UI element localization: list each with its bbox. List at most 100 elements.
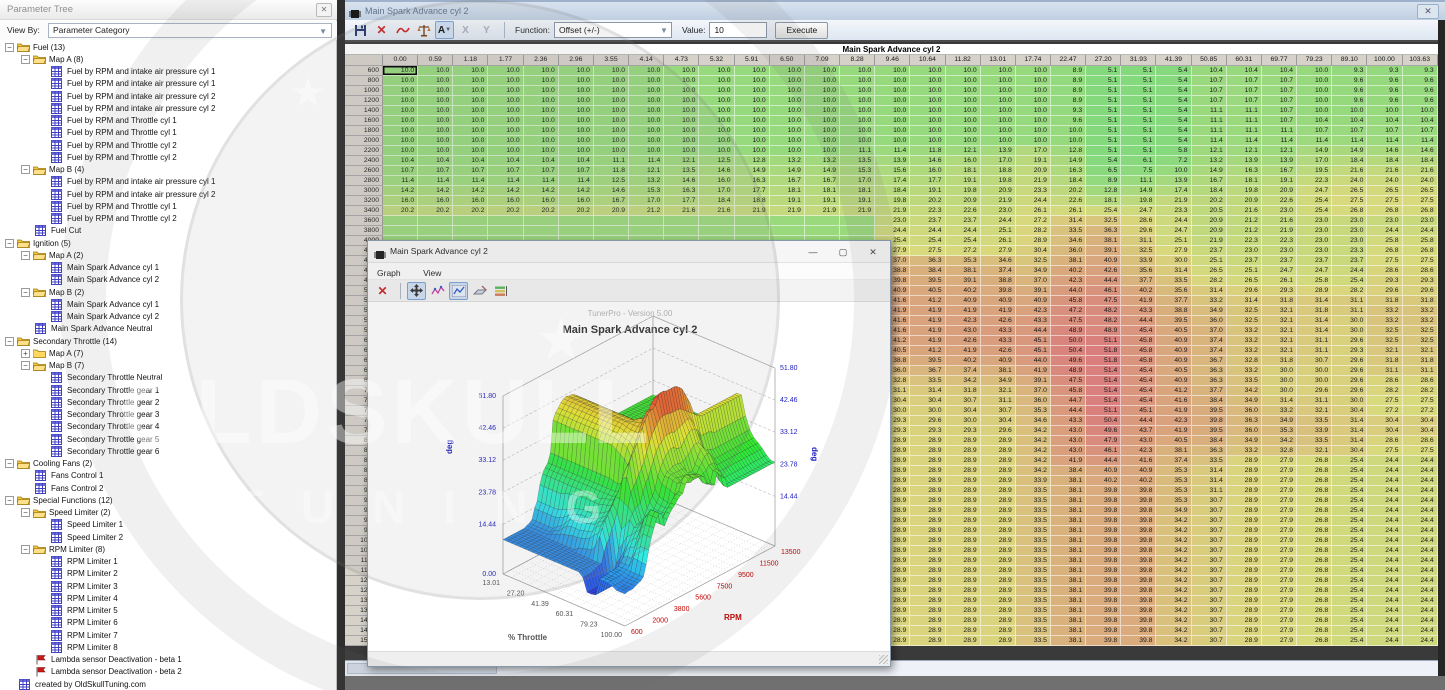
table-cell[interactable]: 24.4 xyxy=(1367,456,1402,466)
table-cell[interactable]: 23.7 xyxy=(1332,256,1367,266)
table-cell[interactable]: 41.9 xyxy=(981,306,1016,316)
table-cell[interactable]: 29.6 xyxy=(910,416,945,426)
table-cell[interactable]: 17.7 xyxy=(664,196,699,206)
table-cell[interactable]: 10.0 xyxy=(488,106,523,116)
table-cell[interactable]: 39.8 xyxy=(1192,416,1227,426)
table-cell[interactable]: 28.9 xyxy=(1227,616,1262,626)
col-header[interactable]: 89.10 xyxy=(1332,55,1367,66)
table-cell[interactable]: 10.0 xyxy=(1016,126,1051,136)
table-cell[interactable]: 23.0 xyxy=(1332,236,1367,246)
tree-item-map-b-7[interactable]: −Map B (7) xyxy=(0,360,337,372)
table-cell[interactable] xyxy=(805,216,840,226)
table-cell[interactable]: 10.7 xyxy=(418,166,453,176)
table-cell[interactable]: 26.8 xyxy=(1297,486,1332,496)
table-cell[interactable]: 51.4 xyxy=(1086,366,1121,376)
table-cell[interactable]: 27.9 xyxy=(1262,626,1297,636)
table-cell[interactable]: 10.0 xyxy=(488,76,523,86)
table-cell[interactable]: 32.1 xyxy=(1262,306,1297,316)
table-cell[interactable]: 17.0 xyxy=(840,176,875,186)
table-cell[interactable]: 18.4 xyxy=(1192,186,1227,196)
table-cell[interactable]: 9.6 xyxy=(1367,96,1402,106)
table-cell[interactable]: 21.6 xyxy=(1403,166,1438,176)
table-cell[interactable]: 21.6 xyxy=(1367,166,1402,176)
col-header[interactable]: 100.00 xyxy=(1367,55,1402,66)
col-header[interactable]: 8.28 xyxy=(840,55,875,66)
col-header[interactable]: 5.91 xyxy=(735,55,770,66)
table-cell[interactable]: 24.0 xyxy=(1332,176,1367,186)
table-cell[interactable]: 10.0 xyxy=(488,116,523,126)
table-cell[interactable]: 28.9 xyxy=(946,546,981,556)
table-cell[interactable]: 28.9 xyxy=(1227,506,1262,516)
table-cell[interactable]: 24.4 xyxy=(1403,476,1438,486)
table-cell[interactable]: 39.5 xyxy=(910,356,945,366)
table-cell[interactable]: 26.8 xyxy=(1297,516,1332,526)
table-cell[interactable]: 42.3 xyxy=(1156,416,1191,426)
table-cell[interactable]: 12.8 xyxy=(735,156,770,166)
table-cell[interactable]: 48.9 xyxy=(1051,366,1086,376)
table-cell[interactable]: 26.8 xyxy=(1297,616,1332,626)
table-cell[interactable]: 10.0 xyxy=(524,136,559,146)
col-header[interactable]: 5.32 xyxy=(699,55,734,66)
table-cell[interactable]: 27.5 xyxy=(910,246,945,256)
table-cell[interactable]: 18.4 xyxy=(699,196,734,206)
table-cell[interactable]: 10.0 xyxy=(418,66,453,76)
table-cell[interactable]: 40.9 xyxy=(1156,356,1191,366)
table-cell[interactable]: 8.9 xyxy=(1051,66,1086,76)
table-cell[interactable]: 28.6 xyxy=(1367,436,1402,446)
table-cell[interactable]: 25.1 xyxy=(1192,256,1227,266)
table-cell[interactable] xyxy=(735,226,770,236)
table-cell[interactable]: 16.3 xyxy=(1051,166,1086,176)
table-cell[interactable]: 43.3 xyxy=(1121,306,1156,316)
table-cell[interactable]: 11.4 xyxy=(1262,136,1297,146)
table-cell[interactable]: 10.0 xyxy=(418,126,453,136)
table-cell[interactable]: 35.3 xyxy=(1156,476,1191,486)
table-cell[interactable]: 27.9 xyxy=(1262,506,1297,516)
table-cell[interactable]: 10.0 xyxy=(699,116,734,126)
table-cell[interactable]: 46.1 xyxy=(1086,286,1121,296)
table-cell[interactable]: 10.0 xyxy=(488,146,523,156)
row-header[interactable]: 2600 xyxy=(345,166,383,176)
table-cell[interactable]: 5.4 xyxy=(1156,76,1191,86)
table-cell[interactable]: 24.4 xyxy=(1403,546,1438,556)
table-cell[interactable]: 25.4 xyxy=(1086,206,1121,216)
table-cell[interactable]: 10.0 xyxy=(453,96,488,106)
table-cell[interactable]: 28.9 xyxy=(910,536,945,546)
col-header[interactable]: 9.46 xyxy=(875,55,910,66)
table-cell[interactable]: 28.9 xyxy=(946,476,981,486)
table-cell[interactable]: 10.0 xyxy=(770,116,805,126)
table-cell[interactable]: 16.0 xyxy=(946,156,981,166)
table-cell[interactable]: 33.5 xyxy=(1016,566,1051,576)
table-cell[interactable]: 10.0 xyxy=(805,146,840,156)
table-cell[interactable]: 5.4 xyxy=(1156,116,1191,126)
table-cell[interactable]: 17.7 xyxy=(735,186,770,196)
table-cell[interactable]: 18.8 xyxy=(981,166,1016,176)
table-cell[interactable]: 28.9 xyxy=(1227,596,1262,606)
value-input[interactable]: 10 xyxy=(709,22,767,38)
table-cell[interactable]: 7.2 xyxy=(1156,156,1191,166)
table-cell[interactable]: 39.5 xyxy=(910,276,945,286)
table-cell[interactable]: 10.0 xyxy=(735,106,770,116)
table-cell[interactable]: 39.8 xyxy=(1121,566,1156,576)
table-cell[interactable]: 33.2 xyxy=(1367,306,1402,316)
table-cell[interactable]: 40.9 xyxy=(1086,466,1121,476)
table-cell[interactable]: 39.1 xyxy=(1016,376,1051,386)
table-cell[interactable]: 18.1 xyxy=(770,186,805,196)
table-cell[interactable]: 13.2 xyxy=(770,156,805,166)
table-cell[interactable]: 40.9 xyxy=(1156,346,1191,356)
table-cell[interactable]: 32.1 xyxy=(1403,346,1438,356)
table-cell[interactable]: 20.9 xyxy=(981,186,1016,196)
row-header[interactable]: 2400 xyxy=(345,156,383,166)
table-cell[interactable]: 10.0 xyxy=(594,116,629,126)
table-cell[interactable]: 28.9 xyxy=(981,446,1016,456)
table-cell[interactable]: 14.9 xyxy=(1121,186,1156,196)
table-cell[interactable]: 10.0 xyxy=(875,66,910,76)
table-cell[interactable]: 27.9 xyxy=(1262,526,1297,536)
table-cell[interactable]: 23.7 xyxy=(1192,246,1227,256)
table-cell[interactable]: 10.0 xyxy=(1051,136,1086,146)
table-cell[interactable]: 40.2 xyxy=(946,286,981,296)
table-cell[interactable]: 33.5 xyxy=(1156,276,1191,286)
table-cell[interactable]: 37.0 xyxy=(1016,386,1051,396)
table-cell[interactable]: 10.0 xyxy=(559,146,594,156)
table-cell[interactable]: 22.3 xyxy=(910,206,945,216)
table-cell[interactable]: 10.0 xyxy=(735,86,770,96)
